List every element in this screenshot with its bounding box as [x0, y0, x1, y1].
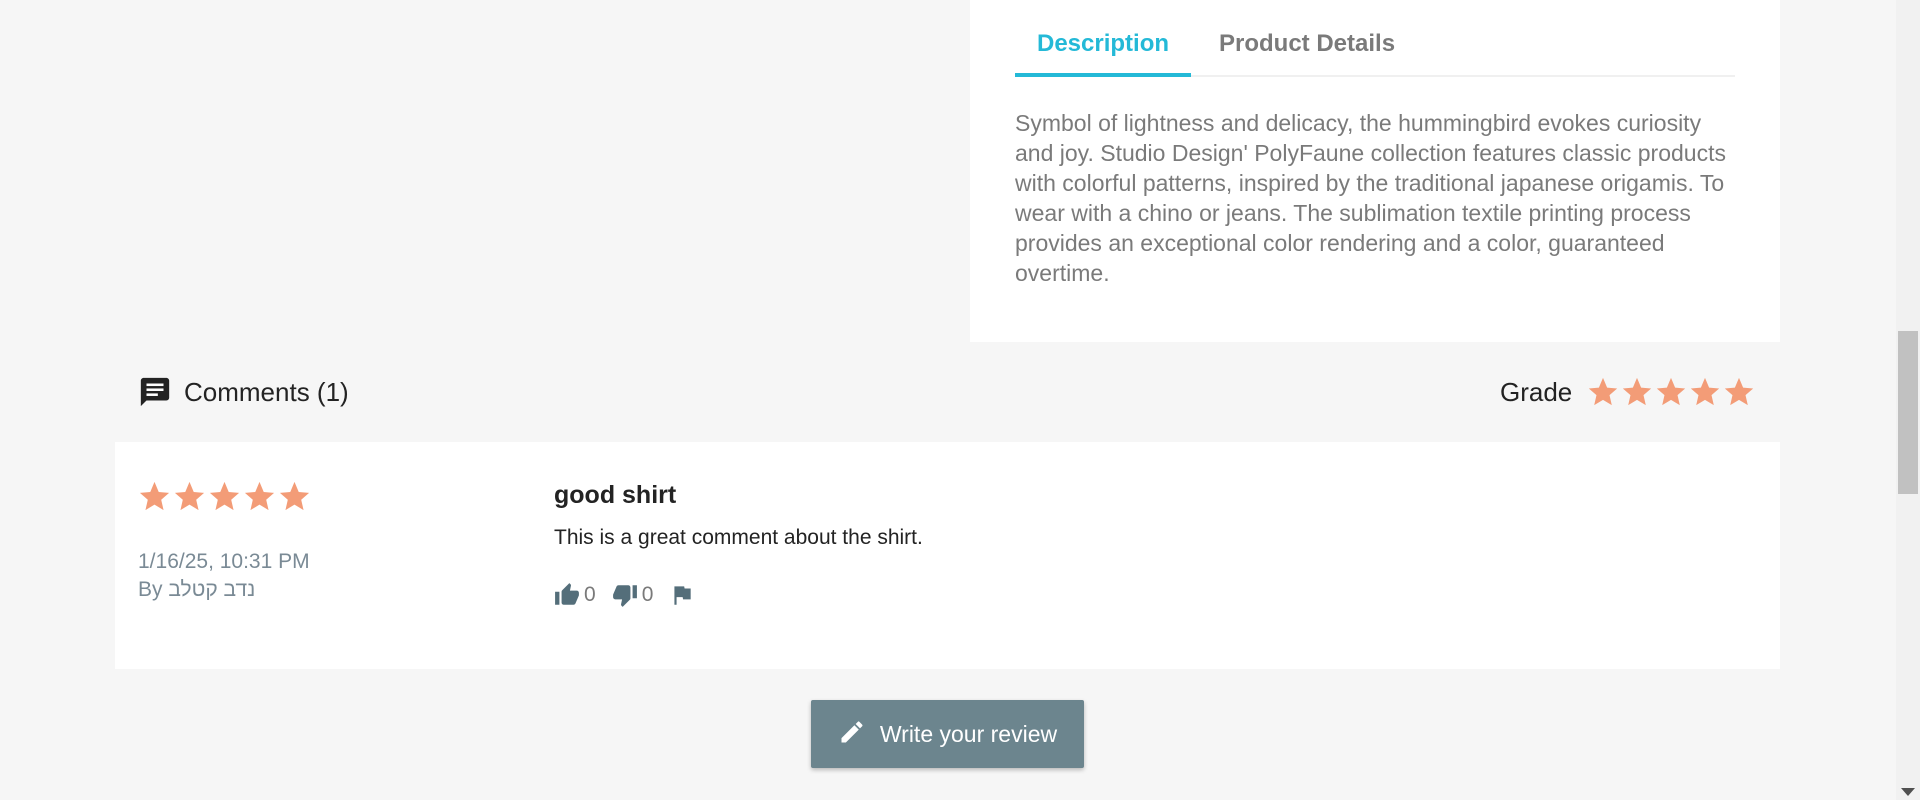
star-icon [1688, 375, 1722, 409]
grade-stars [1586, 375, 1756, 409]
product-tabs: Description Product Details [1015, 0, 1735, 77]
product-info-card: Description Product Details Symbol of li… [970, 0, 1780, 342]
dislike-count: 0 [641, 583, 654, 606]
comment-rating-stars [137, 479, 312, 514]
pencil-icon [838, 718, 880, 751]
dislike-button[interactable]: 0 [612, 582, 654, 608]
scroll-down-arrow-icon[interactable] [1901, 788, 1915, 796]
tab-description[interactable]: Description [1015, 30, 1192, 77]
star-icon [1722, 375, 1756, 409]
star-icon [172, 479, 207, 514]
page-scrollbar[interactable] [1896, 0, 1920, 800]
product-description: Symbol of lightness and delicacy, the hu… [1015, 110, 1726, 286]
like-count: 0 [584, 583, 596, 606]
like-button[interactable]: 0 [554, 582, 596, 608]
star-icon [1620, 375, 1654, 409]
write-review-button[interactable]: Write your review [811, 700, 1084, 768]
star-icon [277, 479, 312, 514]
comment-author: By נדב קטלב [138, 578, 256, 601]
comment-body: This is a great comment about the shirt. [554, 526, 923, 549]
star-icon [207, 479, 242, 514]
grade-summary: Grade [1500, 372, 1756, 412]
star-icon [1654, 375, 1688, 409]
comment-card: 1/16/25, 10:31 PM By נדב קטלב good shirt… [115, 442, 1780, 669]
thumbs-down-icon [612, 582, 638, 608]
star-icon [1586, 375, 1620, 409]
comment-actions: 0 0 [554, 582, 711, 608]
thumbs-up-icon [554, 582, 580, 608]
comments-header: Comments (1) [138, 372, 349, 412]
grade-label: Grade [1500, 376, 1573, 407]
comment-title: good shirt [554, 481, 677, 509]
comments-title: Comments (1) [184, 376, 349, 407]
flag-icon [669, 582, 695, 608]
comment-icon [138, 375, 172, 409]
star-icon [137, 479, 172, 514]
scrollbar-thumb[interactable] [1898, 331, 1918, 494]
write-review-label: Write your review [879, 720, 1058, 747]
tab-product-details[interactable]: Product Details [1219, 30, 1395, 77]
report-button[interactable] [669, 582, 695, 608]
comment-date: 1/16/25, 10:31 PM [138, 550, 310, 573]
star-icon [242, 479, 277, 514]
